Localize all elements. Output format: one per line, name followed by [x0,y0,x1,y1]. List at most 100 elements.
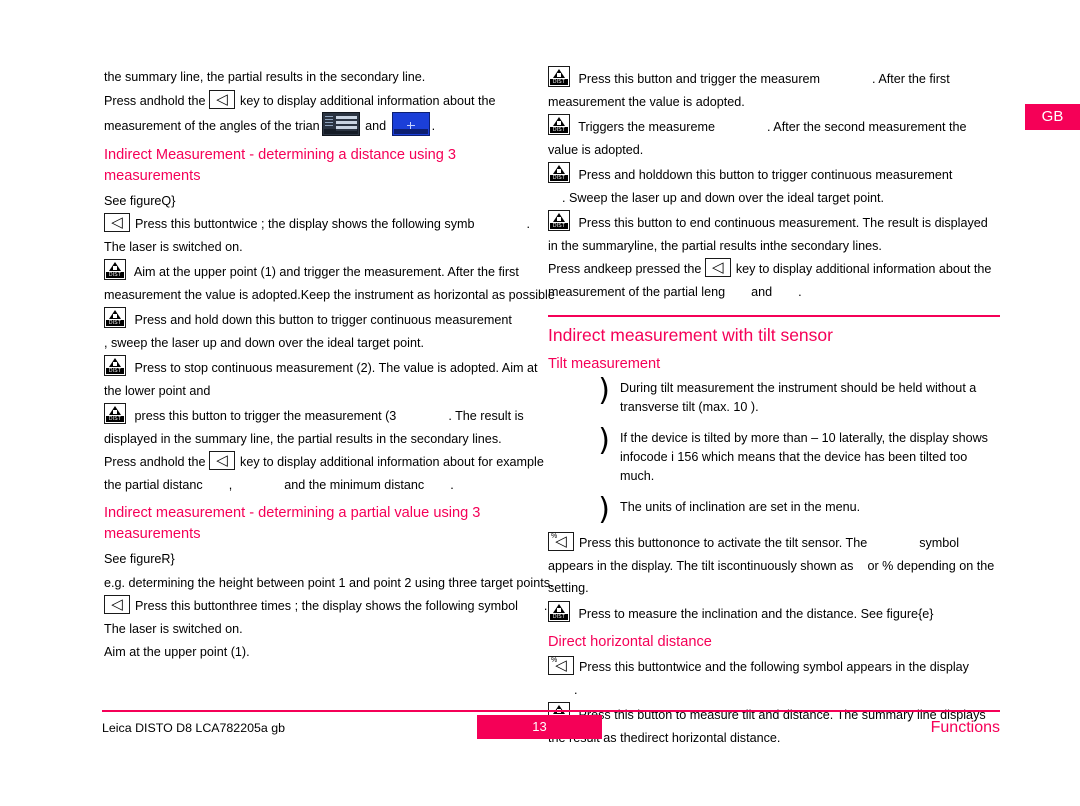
note-text: During tilt measurement the instrument s… [620,381,977,414]
text-press-trigger: press this button to trigger t [134,409,288,423]
lcd-screenshot-blue [391,112,430,136]
text-partial-results: line, the partial results in [634,238,770,253]
lcd-bottom-bar [323,129,358,134]
text-hold: hold [160,93,185,108]
text-period: . [526,217,531,231]
footer-divider-rule [102,710,1000,712]
dist-key-icon: DIST [104,259,126,280]
step-press-trigger-measurement: DIST Press this button and trigger the m… [548,66,1000,113]
text-stop-continuous: Press to stop continuous measurement (2)… [104,361,538,398]
see-figure-label: See figure [104,552,162,566]
text-twice: twice [228,217,258,231]
dist-key-label: DIST [550,223,568,229]
text-period: . [431,119,436,133]
text-period: . [574,682,578,697]
tilt-key-glyph: ◁ [555,533,567,550]
step-measure-inclination: DIST Press to measure the inclination an… [548,600,1000,626]
step-press-three-times: ◁ Press this buttonthree times ; the disp… [104,595,556,640]
angle-key-glyph: ◁ [712,259,724,276]
text-keep-pressed: keep pressed the [604,262,705,276]
angle-key-icon: ◁ [209,451,236,470]
angle-key-glyph: ◁ [216,90,228,108]
text-press-and: Press and [548,262,605,276]
tilt-notes-list: ) During tilt measurement the instrument… [548,373,1000,527]
heading-indirect-3-measurements: Indirect Measurement - determining a dis… [104,146,457,184]
dist-key-triangle [109,358,121,367]
see-figure-1: See figureQ} [104,190,556,213]
angle-key-glyph: ◁ [216,452,228,469]
text-press-and-hold: Press and hold [578,168,663,182]
step-trigger-third: DIST press this button to trigger the me… [104,403,556,450]
paragraph-press-hold-angles: Press andhold the ◁ key to display additi… [104,89,556,138]
angle-key-icon: ◁ [209,89,236,109]
text-press-this-button: Press this button [579,660,673,674]
dist-key-icon: DIST [548,66,570,87]
language-tab-gb: GB [1025,104,1080,130]
text-and-distance: on and the distance. See figu [743,606,907,621]
text-continuously-shown: continuously shown as [726,558,854,573]
lcd-screenshot-angles [321,112,360,136]
text-laser-on: The laser is switched on. [104,239,243,254]
step-press-twice-horizontal: % ◁ Press this buttontwice and the followi… [548,656,1000,701]
dist-key-label: DIST [106,320,124,326]
dist-key-label: DIST [550,175,568,181]
text-hold-continuous: Press and hold down this button to trigg… [134,313,512,327]
see-figure-label: See figure [104,193,162,208]
text-down-this-button: down this button to trigger continuous m… [662,168,953,182]
list-item: ) During tilt measurement the instrument… [548,373,1000,417]
step-hold-continuous: DIST Press and hold down this button to … [104,307,556,354]
dist-key-icon: DIST [548,162,570,183]
text-press-trigger: Press this button and trigger the measur… [578,72,821,86]
heading-indirect-partial-value: Indirect measurement - determining a par… [104,505,481,542]
text-press-and: Press and [104,455,161,469]
tilt-key-wrapper: % ◁ [548,656,579,679]
list-item: ) The units of inclination are set in th… [548,492,1000,527]
tilt-key-wrapper: % ◁ [548,532,579,555]
text-press-this-button: Press this button [135,217,229,231]
dist-key-triangle [109,262,121,271]
heading-tilt-measurement: Tilt measurement [548,356,661,372]
dist-key-triangle [109,310,121,319]
heading-indirect-tilt-sensor: Indirect measurement with tilt sensor [548,325,833,345]
dist-key-triangle [553,213,565,222]
step-hold-continuous-right: DIST Press and holddown this button to t… [548,162,1000,209]
step-press-twice: ◁ Press this buttontwice ; the display sh… [104,213,556,258]
text-comma: , [228,477,233,492]
hand-pointer-icon: ) [598,373,610,408]
section-divider-rule [548,315,1000,317]
see-figure-reference: R} [161,552,175,566]
text-period: . [450,477,454,492]
dist-key-label: DIST [550,79,568,85]
hand-pointer-icon: ) [598,423,610,458]
dist-key-label: DIST [106,272,124,278]
dist-key-icon: DIST [548,114,570,135]
right-column: DIST Press this button and trigger the m… [548,66,1000,750]
dist-key-label: DIST [106,416,124,422]
text-keep-horizontal: Keep the instrument as horizontal as pos… [300,287,555,302]
angle-key-icon: ◁ [104,595,130,614]
left-column: the summary line, the partial results in… [104,66,556,665]
dist-key-triangle [109,406,121,415]
text-press-measure: Press to measure the inclinati [578,606,744,621]
hand-pointer-icon: ) [598,492,610,527]
dist-key-triangle [553,117,565,126]
text-display-shows: ; the display shows the following symb [261,217,475,231]
text-the: the [184,455,210,469]
dist-key-icon: DIST [104,403,126,424]
angle-key-icon: ◁ [104,213,130,232]
text-symbol-appears: and the following symbol appears in the … [705,660,969,674]
step-triggers-measurement: DIST Triggers the measureme. After the s… [548,114,1000,161]
text-summary-line: ry line, the partial results in the seco… [236,431,502,446]
text-once-activate: once to activate the tilt sensor. The [672,536,868,550]
dist-key-triangle [553,165,565,174]
footer-page-number: 13 [477,715,602,739]
angle-key-icon: ◁ [704,258,731,277]
footer-section-title: Functions [930,719,1000,736]
tilt-key-icon: % ◁ [548,656,574,675]
text-see-figure: re [906,606,919,621]
text-triggers: Triggers the measureme [578,120,715,134]
text-figure-ref: {e} [918,606,934,621]
angle-key-glyph: ◁ [111,596,123,613]
heading-direct-horizontal-distance: Direct horizontal distance [548,634,712,650]
angle-key-glyph: ◁ [111,214,123,231]
